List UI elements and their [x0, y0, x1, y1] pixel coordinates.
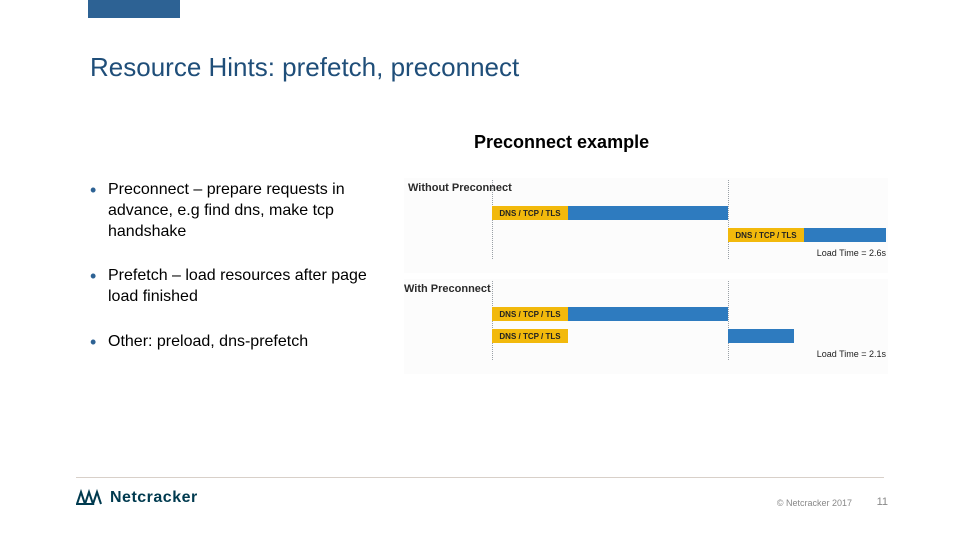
copyright-text: © Netcracker 2017	[777, 498, 852, 508]
timeline-marker	[728, 281, 729, 360]
load-bar	[568, 206, 728, 220]
slide: Resource Hints: prefetch, preconnect Pre…	[0, 0, 960, 540]
panel-with-preconnect: With Preconnect DNS / TCP / TLS DNS / TC…	[404, 279, 888, 374]
page-number: 11	[877, 496, 888, 508]
logo-text: Netcracker	[110, 489, 198, 507]
timeline-marker	[728, 180, 729, 259]
slide-title: Resource Hints: prefetch, preconnect	[90, 52, 519, 83]
example-title: Preconnect example	[474, 132, 649, 153]
panel-label-with: With Preconnect	[404, 283, 491, 295]
load-bar	[804, 228, 886, 242]
load-bar	[728, 329, 794, 343]
logo-icon	[76, 488, 104, 508]
bullet-list: Preconnect – prepare requests in advance…	[90, 180, 390, 377]
footer-divider	[76, 477, 884, 478]
dns-tcp-tls-chip: DNS / TCP / TLS	[492, 206, 568, 220]
bullet-item: Prefetch – load resources after page loa…	[90, 266, 390, 308]
load-time-with: Load Time = 2.1s	[817, 349, 886, 359]
bullet-item: Preconnect – prepare requests in advance…	[90, 180, 390, 242]
load-bar	[568, 307, 728, 321]
dns-tcp-tls-chip: DNS / TCP / TLS	[492, 307, 568, 321]
load-time-without: Load Time = 2.6s	[817, 248, 886, 258]
preconnect-diagram: Without Preconnect DNS / TCP / TLS DNS /…	[404, 178, 888, 378]
bullet-item: Other: preload, dns-prefetch	[90, 332, 390, 353]
panel-label-without: Without Preconnect	[408, 182, 512, 194]
netcracker-logo: Netcracker	[76, 488, 198, 508]
dns-tcp-tls-chip: DNS / TCP / TLS	[492, 329, 568, 343]
dns-tcp-tls-chip: DNS / TCP / TLS	[728, 228, 804, 242]
panel-without-preconnect: Without Preconnect DNS / TCP / TLS DNS /…	[404, 178, 888, 273]
accent-bar	[88, 0, 180, 18]
